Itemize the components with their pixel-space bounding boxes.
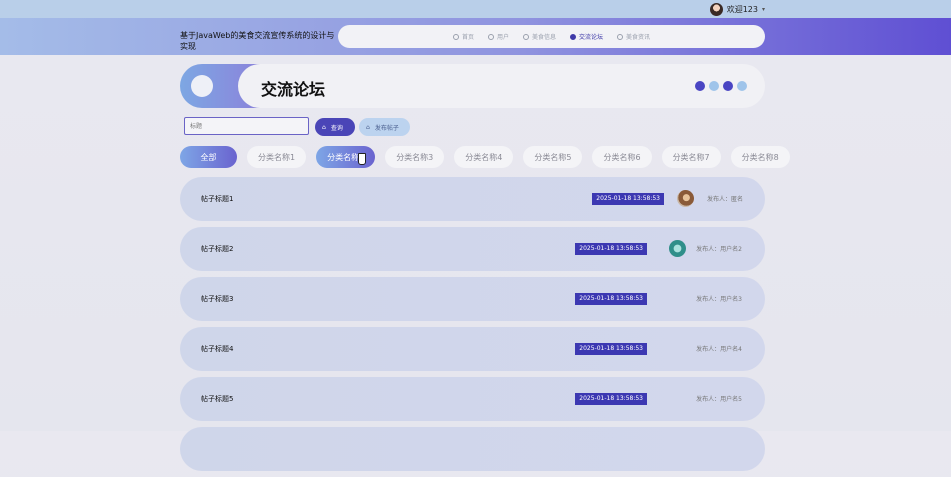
post-date-badge: 2025-01-18 13:58:53 — [575, 343, 647, 355]
post-date-badge: 2025-01-18 13:58:53 — [575, 243, 647, 255]
category-all[interactable]: 全部 — [180, 146, 237, 168]
post-author: 发布人：匿名 — [706, 196, 743, 203]
post-row[interactable]: 帖子标题5 2025-01-18 13:58:53 发布人：用户名5 — [180, 377, 765, 421]
news-icon — [617, 33, 624, 40]
post-author: 发布人：用户名5 — [696, 396, 742, 403]
post-list: 帖子标题1 2025-01-18 13:58:53 发布人：匿名 帖子标题2 2… — [180, 177, 765, 477]
nav-food-info[interactable]: 美食信息 — [522, 32, 556, 41]
site-title: 基于JavaWeb的美食交流宣传系统的设计与实现 — [180, 31, 335, 51]
home-icon: ⌂ — [322, 123, 326, 131]
publish-post-button[interactable]: ⌂ 发布帖子 — [359, 118, 410, 136]
post-title[interactable]: 帖子标题3 — [201, 294, 233, 304]
category-item[interactable]: 分类名称3 — [385, 146, 445, 168]
author-avatar — [669, 240, 686, 257]
page-title: 交流论坛 — [261, 80, 326, 99]
nav-users[interactable]: 用户 — [487, 32, 509, 41]
page-banner: 交流论坛 — [180, 64, 765, 108]
main-nav: 首页 用户 美食信息 交流论坛 美食资讯 — [338, 25, 765, 48]
category-tabs: 全部 分类名称1 分类名称2 分类名称3 分类名称4 分类名称5 分类名称6 分… — [180, 146, 790, 168]
banner-dots — [695, 81, 747, 91]
category-item[interactable]: 分类名称2 — [316, 146, 376, 168]
user-menu[interactable]: 欢迎123 ▾ — [709, 1, 765, 17]
post-author: 发布人：用户名3 — [696, 296, 742, 303]
title-search-input[interactable] — [184, 117, 309, 135]
mouse-cursor — [358, 153, 366, 165]
post-row[interactable]: 帖子标题1 2025-01-18 13:58:53 发布人：匿名 — [180, 177, 765, 221]
banner-dot — [709, 81, 719, 91]
post-title[interactable]: 帖子标题5 — [201, 394, 233, 404]
home-icon: ⌂ — [366, 123, 370, 131]
nav-food-news[interactable]: 美食资讯 — [617, 32, 650, 41]
category-item[interactable]: 分类名称6 — [592, 146, 652, 168]
category-item[interactable]: 分类名称8 — [730, 146, 790, 168]
nav-forum[interactable]: 交流论坛 — [570, 32, 603, 41]
category-item[interactable]: 分类名称5 — [523, 146, 583, 168]
banner-dot — [723, 81, 733, 91]
food-icon — [522, 33, 529, 40]
category-item[interactable]: 分类名称4 — [454, 146, 514, 168]
post-date-badge: 2025-01-18 13:58:53 — [575, 393, 647, 405]
category-item[interactable]: 分类名称7 — [661, 146, 721, 168]
post-row[interactable]: 帖子标题3 2025-01-18 13:58:53 发布人：用户名3 — [180, 277, 765, 321]
post-date-badge: 2025-01-18 13:58:53 — [592, 193, 664, 205]
user-avatar[interactable] — [709, 2, 723, 16]
top-bar: 欢迎123 ▾ — [0, 0, 951, 18]
chevron-down-icon[interactable]: ▾ — [762, 6, 765, 13]
banner-circle — [191, 75, 213, 97]
post-author: 发布人：用户名2 — [696, 246, 742, 253]
post-title[interactable]: 帖子标题2 — [201, 244, 233, 254]
post-row-partial[interactable] — [180, 427, 765, 471]
banner-dot — [737, 81, 747, 91]
post-row[interactable]: 帖子标题2 2025-01-18 13:58:53 发布人：用户名2 — [180, 227, 765, 271]
home-icon — [452, 33, 459, 40]
welcome-text[interactable]: 欢迎123 — [727, 4, 758, 15]
post-title[interactable]: 帖子标题1 — [201, 194, 233, 204]
post-title[interactable]: 帖子标题4 — [201, 344, 233, 354]
search-button[interactable]: ⌂ 查询 — [315, 118, 355, 136]
user-icon — [487, 33, 494, 40]
nav-home[interactable]: 首页 — [452, 32, 474, 41]
author-avatar — [677, 190, 694, 207]
category-item[interactable]: 分类名称1 — [247, 146, 307, 168]
post-row[interactable]: 帖子标题4 2025-01-18 13:58:53 发布人：用户名4 — [180, 327, 765, 371]
post-author: 发布人：用户名4 — [696, 346, 742, 353]
forum-icon — [570, 33, 576, 40]
post-date-badge: 2025-01-18 13:58:53 — [575, 293, 647, 305]
banner-dot — [695, 81, 705, 91]
